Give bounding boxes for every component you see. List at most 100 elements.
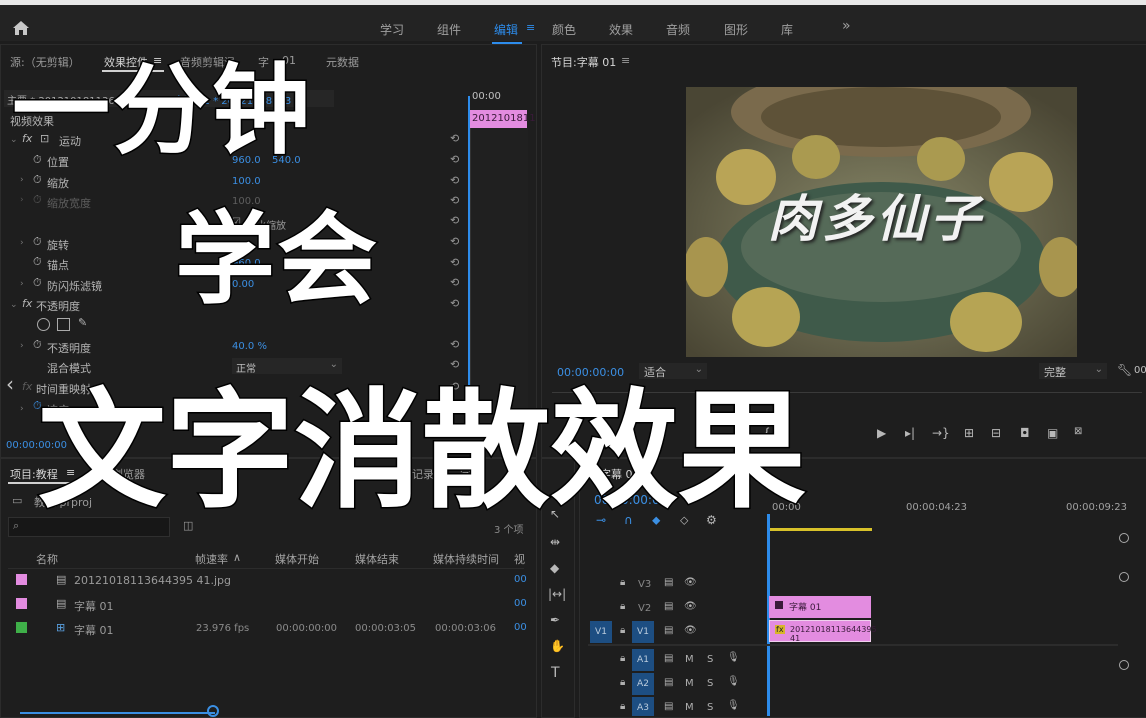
reset-icon[interactable]: ⟲ — [450, 174, 460, 187]
label-color-swatch[interactable] — [16, 574, 27, 585]
stopwatch-icon[interactable]: ⏱ — [33, 338, 42, 352]
stopwatch-icon[interactable]: ⏱ — [33, 255, 42, 269]
header-frame-rate[interactable]: 帧速率 — [195, 551, 228, 567]
tab-metadata[interactable]: 元数据 — [326, 54, 359, 70]
solo-icon[interactable]: S — [707, 678, 713, 689]
work-area-bar[interactable] — [768, 528, 872, 531]
reset-icon[interactable]: ⟲ — [450, 132, 460, 145]
workspace-learn[interactable]: 学习 — [380, 21, 404, 38]
table-row[interactable]: ⊞ 字幕 01 23.976 fps 00:00:00:00 00:00:03:… — [8, 618, 527, 640]
vertical-scrollbar[interactable] — [1118, 530, 1130, 710]
video-audio-divider[interactable] — [588, 644, 1118, 646]
panel-menu-icon[interactable]: ≡ — [621, 54, 630, 67]
workspace-menu-icon[interactable]: ≡ — [526, 21, 535, 34]
sync-lock-icon[interactable]: ▤ — [664, 625, 673, 636]
opacity-expand-icon[interactable]: ⌄ — [10, 300, 18, 310]
reset-icon[interactable]: ⟲ — [450, 256, 460, 269]
reset-icon[interactable]: ⟲ — [450, 194, 460, 207]
lock-icon[interactable]: 🔒︎ — [620, 625, 625, 636]
scroll-handle-bottom[interactable] — [1119, 572, 1129, 582]
mute-icon[interactable]: M — [685, 654, 694, 665]
table-row[interactable]: ▤ 字幕 01 00 — [8, 594, 527, 616]
track-select-tool-icon[interactable]: ⇹ — [550, 535, 560, 549]
sync-lock-icon[interactable]: ▤ — [664, 701, 673, 712]
scale-expand-icon[interactable]: › — [20, 175, 24, 185]
header-name[interactable]: 名称 — [36, 551, 58, 567]
speed-expand-icon[interactable]: › — [20, 404, 24, 414]
reset-icon[interactable]: ⟲ — [450, 358, 460, 371]
hand-tool-icon[interactable]: ✋ — [550, 639, 565, 653]
go-to-out-icon[interactable]: →} — [932, 426, 950, 440]
reset-icon[interactable]: ⟲ — [450, 276, 460, 289]
lock-icon[interactable]: 🔒︎ — [620, 577, 625, 588]
workspace-effects[interactable]: 效果 — [609, 21, 633, 38]
workspace-color[interactable]: 颜色 — [552, 21, 576, 38]
scale-value[interactable]: 100.0 — [232, 176, 261, 187]
compare-icon[interactable]: ▣ — [1047, 426, 1058, 440]
workspace-editing[interactable]: 编辑 — [494, 21, 518, 38]
sync-lock-icon[interactable]: ▤ — [664, 577, 673, 588]
zoom-slider-handle[interactable] — [207, 705, 219, 717]
scroll-handle-top[interactable] — [1119, 533, 1129, 543]
header-media-duration[interactable]: 媒体持续时间 — [433, 551, 499, 567]
track-target-a2[interactable]: A2 — [632, 673, 654, 695]
workspace-assembly[interactable]: 组件 — [437, 21, 461, 38]
eye-icon[interactable]: 👁︎ — [684, 625, 697, 636]
reset-icon[interactable]: ⟲ — [450, 338, 460, 351]
header-media-start[interactable]: 媒体开始 — [275, 551, 319, 567]
table-row[interactable]: ▤ 20121018113644395 41.jpg 00 — [8, 570, 527, 592]
timeline-clip-title[interactable]: 字幕 01 — [769, 596, 871, 618]
lock-icon[interactable]: 🔒︎ — [620, 677, 625, 688]
program-preview-frame[interactable]: 肉多仙子 — [686, 87, 1077, 357]
opacity-value-expand-icon[interactable]: › — [20, 341, 24, 351]
stopwatch-icon[interactable]: ⏱ — [33, 276, 42, 290]
extract-icon[interactable]: ⊟ — [991, 426, 1001, 440]
play-icon[interactable]: ▶ — [877, 426, 886, 440]
workspace-libraries[interactable]: 库 — [781, 21, 793, 38]
sync-lock-icon[interactable]: ▤ — [664, 601, 673, 612]
sync-lock-icon[interactable]: ▤ — [664, 677, 673, 688]
ellipse-mask-icon[interactable] — [37, 318, 50, 331]
mini-clip-bar[interactable]: 2012101811 — [470, 110, 536, 128]
lock-icon[interactable]: 🔒︎ — [620, 601, 625, 612]
scroll-handle-audio[interactable] — [1119, 660, 1129, 670]
program-monitor-title[interactable]: 节目:字幕 01 — [551, 54, 616, 70]
step-forward-icon[interactable]: ▸| — [905, 426, 915, 440]
stopwatch-icon[interactable]: ⏱ — [33, 235, 42, 249]
multicam-icon[interactable]: ⊠ — [1074, 426, 1082, 437]
camera-icon[interactable]: ◘ — [1020, 426, 1030, 440]
label-color-swatch[interactable] — [16, 598, 27, 609]
type-tool-icon[interactable]: T — [551, 665, 560, 681]
header-video[interactable]: 视 — [514, 551, 525, 567]
track-target-a3[interactable]: A3 — [632, 697, 654, 716]
lock-icon[interactable]: 🔒︎ — [620, 653, 625, 664]
rotation-expand-icon[interactable]: › — [20, 238, 24, 248]
quality-select[interactable]: 完整 ⌄ — [1039, 363, 1107, 379]
label-color-swatch[interactable] — [16, 622, 27, 633]
sync-lock-icon[interactable]: ▤ — [664, 653, 673, 664]
microphone-icon[interactable]: 🎙︎ — [727, 700, 740, 711]
razor-tool-icon[interactable]: ◆ — [550, 561, 559, 575]
pen-tool-icon[interactable]: ✒ — [550, 613, 560, 627]
zoom-slider-track[interactable] — [20, 712, 215, 714]
workspace-more-button[interactable]: » — [842, 18, 851, 34]
anti-flicker-expand-icon[interactable]: › — [20, 279, 24, 289]
solo-icon[interactable]: S — [707, 702, 713, 713]
reset-icon[interactable]: ⟲ — [450, 235, 460, 248]
reset-icon[interactable]: ⟲ — [450, 214, 460, 227]
pen-mask-icon[interactable]: ✎ — [78, 316, 87, 329]
reset-icon[interactable]: ⟲ — [450, 153, 460, 166]
wrench-icon[interactable]: 🔧︎ — [1117, 363, 1132, 377]
lock-icon[interactable]: 🔒︎ — [620, 701, 625, 712]
microphone-icon[interactable]: 🎙︎ — [727, 676, 740, 687]
source-patch-v1[interactable]: V1 — [590, 621, 612, 643]
solo-icon[interactable]: S — [707, 654, 713, 665]
blend-mode-select[interactable]: 正常 ⌄ — [232, 358, 342, 375]
header-media-end[interactable]: 媒体结束 — [355, 551, 399, 567]
lift-icon[interactable]: ⊞ — [964, 426, 974, 440]
workspace-graphics[interactable]: 图形 — [724, 21, 748, 38]
stopwatch-icon[interactable]: ⏱ — [33, 173, 42, 187]
workspace-audio[interactable]: 音频 — [666, 21, 690, 38]
rectangle-mask-icon[interactable] — [57, 318, 70, 331]
mute-icon[interactable]: M — [685, 702, 694, 713]
